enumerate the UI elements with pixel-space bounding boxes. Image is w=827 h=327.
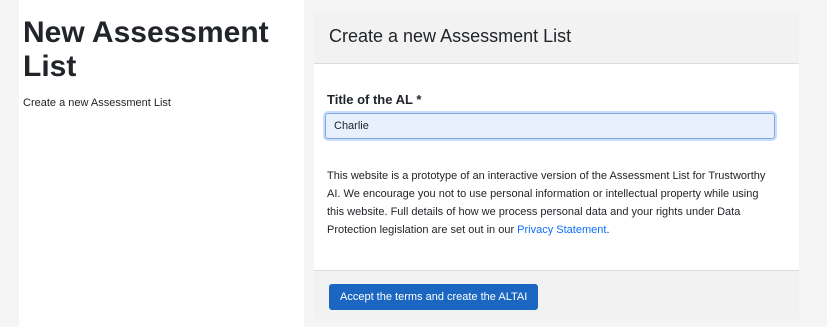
privacy-notice-end: .: [606, 224, 610, 236]
left-panel: New Assessment List Create a new Assessm…: [19, 0, 304, 327]
card-footer: Accept the terms and create the ALTAI: [314, 270, 799, 319]
card-header: Create a new Assessment List: [314, 12, 799, 64]
page-subtitle: Create a new Assessment List: [23, 97, 171, 109]
accept-and-create-button[interactable]: Accept the terms and create the ALTAI: [329, 284, 539, 310]
title-input[interactable]: [325, 113, 775, 139]
page-title: New Assessment List: [23, 16, 269, 83]
privacy-notice: This website is a prototype of an intera…: [327, 167, 777, 239]
card-header-title: Create a new Assessment List: [329, 26, 572, 46]
page: New Assessment List Create a new Assessm…: [0, 0, 827, 327]
create-assessment-card: Create a new Assessment List Title of th…: [314, 12, 799, 319]
title-field-label: Title of the AL *: [327, 92, 422, 107]
privacy-statement-link[interactable]: Privacy Statement: [517, 224, 606, 236]
